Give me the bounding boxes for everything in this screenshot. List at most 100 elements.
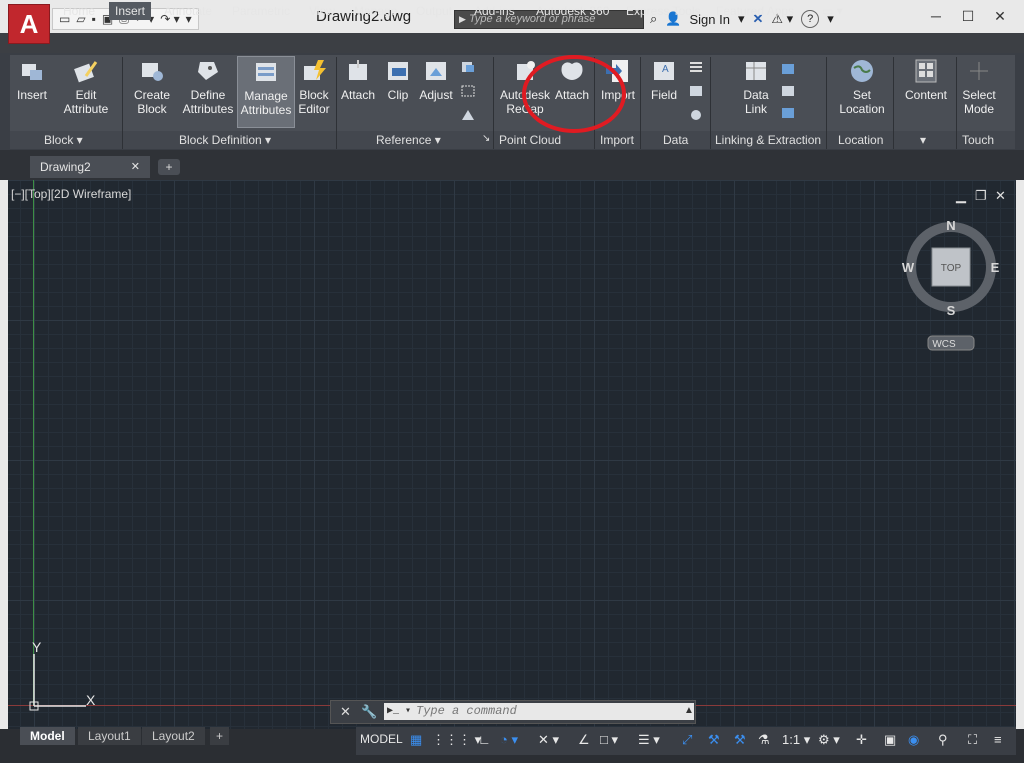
content-button[interactable]: Content — [900, 58, 952, 102]
clean-screen-icon[interactable]: ⛶ — [968, 732, 977, 748]
viewport-controls-label[interactable]: [−][Top][2D Wireframe] — [11, 187, 131, 201]
tab-view[interactable]: View — [309, 2, 335, 20]
tab-autodesk-360[interactable]: Autodesk 360 — [536, 2, 609, 20]
document-tab-drawing2[interactable]: Drawing2 ✕ — [30, 156, 150, 178]
search-expand-icon[interactable]: ▶ — [459, 11, 466, 28]
ole-object-icon[interactable] — [688, 84, 704, 98]
create-block-button[interactable]: Create Block — [128, 58, 176, 116]
panel-title-block[interactable]: Block ▾ — [44, 133, 83, 147]
snap-underlay-icon[interactable] — [460, 108, 476, 122]
minimize-button[interactable]: ─ — [920, 6, 952, 26]
field-button[interactable]: A Field — [646, 58, 682, 102]
svg-text:A: A — [662, 64, 669, 75]
snap-mode-icon[interactable]: ⋮⋮⋮ ▾ — [432, 732, 481, 748]
drawing-canvas[interactable] — [8, 180, 1016, 729]
annotation-monitor-icon[interactable]: ✛ — [856, 732, 867, 748]
ortho-icon[interactable]: ∟ — [478, 732, 491, 747]
command-history-icon[interactable]: ▲ — [684, 705, 694, 716]
add-layout-button[interactable]: + — [210, 727, 230, 745]
panel-title-reference[interactable]: Reference ▾ — [376, 133, 441, 147]
compass-north[interactable]: N — [946, 218, 955, 233]
isodraft-icon[interactable]: ✕ ▾ — [538, 732, 559, 748]
maximize-button[interactable]: ☐ — [952, 6, 984, 26]
layout-tab-layout2[interactable]: Layout2 — [142, 727, 205, 745]
clip-icon — [388, 62, 408, 80]
define-attributes-button[interactable]: Define Attributes — [180, 58, 236, 116]
units-icon[interactable]: ▣ — [884, 732, 896, 748]
command-input[interactable]: ▶_ ▾ Type a command — [384, 703, 694, 720]
update-fields-icon[interactable] — [688, 60, 704, 74]
underlay-layers-icon[interactable] — [460, 60, 476, 74]
extract-data-icon[interactable] — [780, 62, 796, 76]
annotation-visibility-icon[interactable]: ⚒ — [708, 732, 720, 748]
layout-tab-layout1[interactable]: Layout1 — [78, 727, 141, 745]
tab-manage[interactable]: Manage — [354, 2, 397, 20]
download-from-source-icon[interactable] — [780, 84, 796, 98]
insert-block-button[interactable]: Insert — [14, 58, 50, 102]
dynamic-input-icon[interactable]: ⤢ — [682, 732, 692, 748]
ucs-y-label: Y — [32, 639, 42, 655]
close-tab-icon[interactable]: ✕ — [131, 156, 140, 178]
viewcube[interactable]: TOP N S E W WCS — [900, 215, 1004, 355]
define-attributes-label-1: Define — [190, 88, 226, 102]
viewport-minimize-icon[interactable]: ▁ — [956, 188, 966, 204]
y-axis-line — [33, 180, 34, 706]
object-snap-tracking-icon[interactable]: ∠ — [578, 732, 590, 748]
set-location-button[interactable]: Set Location — [836, 58, 888, 116]
adjust-button[interactable]: Adjust — [417, 58, 455, 102]
quick-properties-icon[interactable]: ◉ — [908, 732, 919, 748]
edit-attribute-button[interactable]: Edit Attribute — [58, 58, 114, 116]
hyperlink-icon[interactable] — [688, 108, 704, 122]
tab-output[interactable]: Output — [416, 2, 452, 20]
close-command-line-icon[interactable]: ✕ — [340, 704, 351, 720]
select-mode-button[interactable]: Select Mode — [958, 58, 1000, 116]
viewport-close-icon[interactable]: ✕ — [995, 188, 1006, 204]
ribbon-options-icon[interactable]: ▭ ▾ — [822, 2, 843, 20]
object-snap-icon[interactable]: □ ▾ — [600, 732, 618, 748]
auto-scale-icon[interactable]: ⚒ — [734, 732, 746, 748]
polar-tracking-icon[interactable]: ◔ ▾ — [500, 732, 518, 748]
manage-attributes-button[interactable]: Manage Attributes — [237, 56, 295, 128]
layout-tab-model[interactable]: Model — [20, 727, 75, 745]
tab-insert[interactable]: Insert — [109, 2, 152, 20]
upload-to-source-icon[interactable] — [780, 106, 796, 120]
tab-express-tools[interactable]: Express Tools — [626, 2, 700, 20]
workspace-gear-icon[interactable]: ⚙ ▾ — [818, 732, 840, 748]
tab-parametric[interactable]: Parametric — [232, 2, 290, 20]
tab-featured-apps[interactable]: Featured Apps — [716, 2, 794, 20]
compass-west[interactable]: W — [902, 260, 915, 275]
annotation-scale-icon[interactable]: ⚗ — [758, 732, 770, 748]
tab-home[interactable]: Home — [63, 2, 95, 20]
data-link-button[interactable]: Data Link — [736, 58, 776, 116]
define-attributes-label-2: Attributes — [182, 102, 234, 116]
customize-wrench-icon[interactable]: 🔧 — [361, 704, 377, 720]
tab-add-ins[interactable]: Add-ins — [474, 2, 515, 20]
annotation-scale-value[interactable]: 1:1 ▾ — [782, 732, 810, 748]
compass-south[interactable]: S — [947, 303, 956, 318]
block-editor-icon — [304, 60, 326, 80]
grid-icon[interactable]: ▦ — [410, 732, 422, 748]
help-button[interactable]: ? — [801, 10, 820, 28]
reference-dialog-launcher-icon[interactable]: ↘ — [482, 133, 490, 144]
close-window-button[interactable]: ✕ — [984, 6, 1016, 26]
block-editor-button[interactable]: Block Editor — [295, 58, 333, 116]
tab-annotate[interactable]: Annotate — [164, 2, 212, 20]
frames-icon[interactable] — [460, 84, 476, 98]
customization-menu-icon[interactable]: ≡ — [994, 732, 1002, 747]
model-space-button[interactable]: MODEL — [360, 732, 403, 746]
isolate-objects-icon[interactable]: ⚲ — [938, 732, 948, 748]
lineweight-icon[interactable]: ☰ ▾ — [638, 732, 660, 748]
attach-reference-button[interactable]: Attach — [339, 58, 377, 102]
viewport-restore-icon[interactable]: ❐ — [975, 188, 987, 204]
application-menu-button[interactable]: A — [8, 4, 50, 44]
panel-separator — [640, 57, 641, 149]
clip-label: Clip — [387, 88, 409, 102]
new-tab-button[interactable]: + — [158, 159, 180, 175]
clip-button[interactable]: Clip — [382, 58, 414, 102]
content-panel-expand-icon[interactable]: ▾ — [920, 133, 926, 147]
compass-east[interactable]: E — [991, 260, 1000, 275]
panel-title-block-definition-label: Block Definition — [179, 133, 262, 147]
panel-title-block-definition[interactable]: Block Definition ▾ — [179, 133, 271, 147]
create-block-icon — [142, 63, 163, 81]
command-prompt-icon: ▶_ ▾ — [387, 706, 412, 717]
